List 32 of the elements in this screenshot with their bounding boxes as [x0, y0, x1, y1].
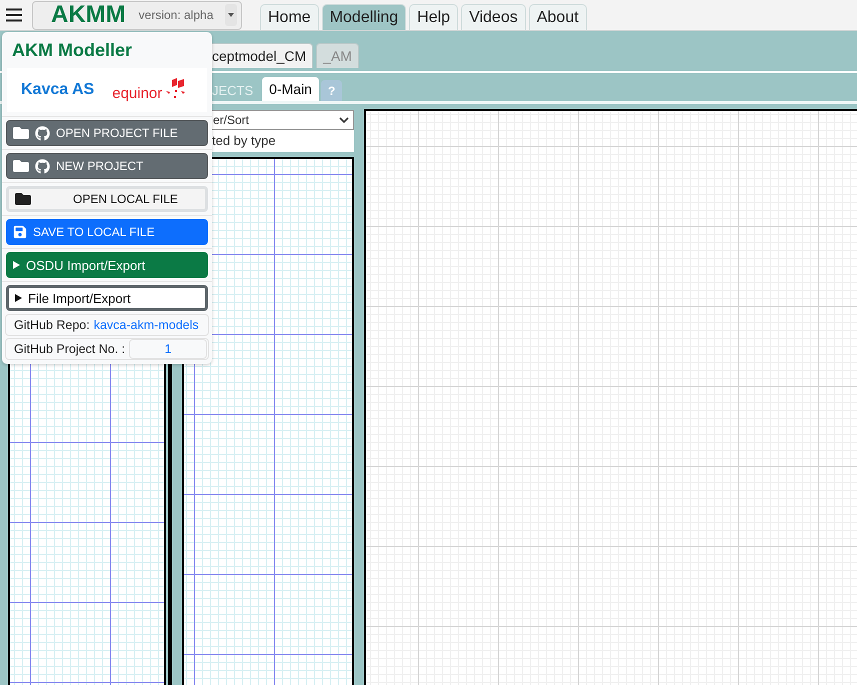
menu-icon[interactable] [6, 8, 22, 22]
menu-button[interactable]: OSDU Import/Export [6, 252, 208, 278]
chevron-icon[interactable] [339, 117, 349, 123]
folder-icon [13, 158, 29, 174]
caret-icon[interactable] [225, 4, 237, 26]
version-label: version: alpha [138, 8, 214, 22]
project-label: GitHub Project No. : [14, 342, 126, 356]
kavca-logo: Kavca AS [21, 81, 94, 99]
menu-button[interactable]: OPEN LOCAL FILE [6, 186, 208, 212]
view-tab[interactable]: 0-Main [262, 77, 319, 101]
github-icon [35, 126, 50, 140]
app-title: AKMM [51, 1, 126, 29]
triangle-icon [15, 294, 22, 302]
nav-tab[interactable]: Videos [461, 4, 526, 30]
nav-tab[interactable]: Help [409, 4, 458, 30]
nav-tab[interactable]: About [528, 4, 587, 30]
menu-button[interactable]: NEW PROJECT [6, 153, 208, 179]
folder-icon [15, 191, 31, 207]
triangle-icon [13, 261, 20, 269]
save-icon [13, 225, 27, 239]
menu-button[interactable]: File Import/Export [6, 285, 208, 311]
nav-tab[interactable]: Home [260, 4, 319, 30]
nav-tab[interactable]: Modelling [322, 4, 406, 30]
equinor-logo: equinor [112, 85, 162, 102]
menu-title: AKM Modeller [11, 39, 134, 62]
menu-button[interactable]: OPEN PROJECT FILE [6, 120, 208, 146]
github-icon [35, 158, 50, 174]
repo-link[interactable]: kavca-akm-models [94, 318, 199, 332]
folder-icon [13, 125, 29, 141]
project-field[interactable]: 1 [129, 339, 208, 359]
repo-label: GitHub Repo: [14, 318, 90, 332]
menu-button[interactable]: SAVE TO LOCAL FILE [6, 219, 208, 245]
